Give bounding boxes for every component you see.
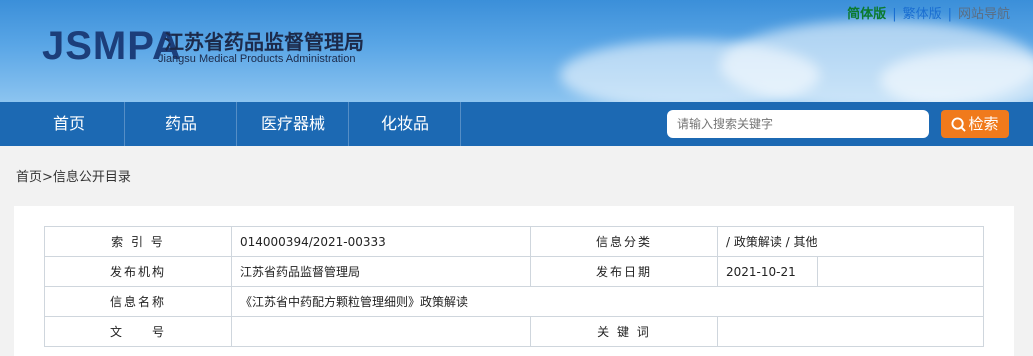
doc-value bbox=[231, 316, 531, 347]
table-row: 信息名称 《江苏省中药配方颗粒管理细则》政策解读 bbox=[44, 286, 984, 317]
search-input[interactable] bbox=[667, 110, 929, 138]
info-panel: 索 引 号 014000394/2021-00333 信息分类 / 政策解读 /… bbox=[14, 206, 1014, 356]
traditional-link[interactable]: 繁体版 bbox=[900, 7, 945, 22]
search-icon bbox=[951, 117, 967, 132]
keyword-value bbox=[717, 316, 984, 347]
nav-item-cosmetics[interactable]: 化妆品 bbox=[350, 102, 461, 146]
date-label: 发布日期 bbox=[530, 256, 718, 287]
index-value: 014000394/2021-00333 bbox=[231, 226, 531, 257]
nav-item-home[interactable]: 首页 bbox=[14, 102, 125, 146]
keyword-label: 关 键 词 bbox=[530, 316, 718, 347]
table-row: 发布机构 江苏省药品监督管理局 发布日期 2021-10-21 bbox=[44, 256, 984, 287]
search-button[interactable]: 检索 bbox=[941, 110, 1009, 138]
name-label: 信息名称 bbox=[44, 286, 232, 317]
table-row: 文 号 关 键 词 bbox=[44, 316, 984, 347]
logo-english-name: Jiangsu Medical Products Administration bbox=[158, 53, 356, 65]
date-value: 2021-10-21 bbox=[717, 256, 818, 287]
doc-label: 文 号 bbox=[44, 316, 232, 347]
link-separator: | bbox=[947, 7, 952, 22]
breadcrumb[interactable]: 首页>信息公开目录 bbox=[16, 166, 131, 185]
logo-chinese-name: 江苏省药品监督管理局 bbox=[164, 30, 364, 54]
org-value: 江苏省药品监督管理局 bbox=[231, 256, 531, 287]
nav-item-devices[interactable]: 医疗器械 bbox=[238, 102, 349, 146]
site-logo[interactable]: JSMPA 江苏省药品监督管理局 Jiangsu Medical Product… bbox=[30, 14, 380, 74]
name-value: 《江苏省中药配方颗粒管理细则》政策解读 bbox=[231, 286, 984, 317]
search-button-label: 检索 bbox=[968, 115, 999, 133]
main-nav: 首页 药品 医疗器械 化妆品 检索 bbox=[0, 102, 1033, 146]
table-row: 索 引 号 014000394/2021-00333 信息分类 / 政策解读 /… bbox=[44, 226, 984, 257]
top-links: 简体版 | 繁体版 | 网站导航 bbox=[844, 3, 1013, 22]
category-value: / 政策解读 / 其他 bbox=[717, 226, 984, 257]
site-header: JSMPA 江苏省药品监督管理局 Jiangsu Medical Product… bbox=[0, 0, 1033, 102]
site-map-link[interactable]: 网站导航 bbox=[955, 7, 1013, 22]
category-label: 信息分类 bbox=[530, 226, 718, 257]
simplified-link[interactable]: 简体版 bbox=[844, 7, 889, 22]
link-separator: | bbox=[892, 7, 897, 22]
info-table: 索 引 号 014000394/2021-00333 信息分类 / 政策解读 /… bbox=[44, 226, 984, 347]
date-extra-cell bbox=[817, 256, 984, 287]
index-label: 索 引 号 bbox=[44, 226, 232, 257]
nav-item-drugs[interactable]: 药品 bbox=[126, 102, 237, 146]
org-label: 发布机构 bbox=[44, 256, 232, 287]
